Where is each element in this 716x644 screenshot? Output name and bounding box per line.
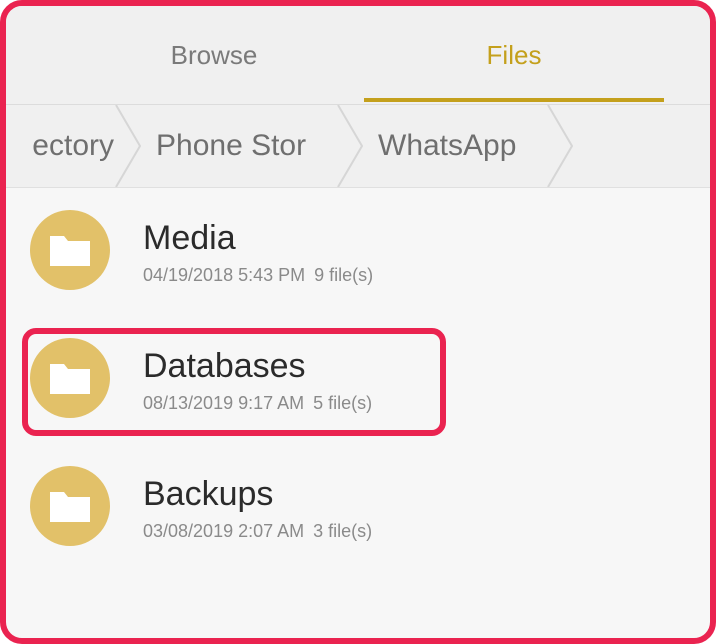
folder-icon	[30, 466, 110, 546]
tab-files[interactable]: Files	[364, 6, 664, 104]
breadcrumb: ectory Phone Stor WhatsApp	[6, 105, 710, 188]
list-item[interactable]: Backups 03/08/2019 2:07 AM 3 file(s)	[6, 444, 710, 572]
tab-browse[interactable]: Browse	[64, 6, 364, 104]
folder-name: Media	[143, 219, 236, 257]
folder-name: Backups	[143, 475, 274, 513]
folder-icon	[30, 338, 110, 418]
list-item[interactable]: Media 04/19/2018 5:43 PM 9 file(s)	[6, 188, 710, 316]
folder-meta: 03/08/2019 2:07 AM 3 file(s)	[143, 521, 372, 542]
chevron-right-icon	[546, 105, 574, 187]
chevron-right-icon	[336, 105, 364, 187]
folder-count: 3 file(s)	[313, 521, 373, 541]
folder-count: 9 file(s)	[314, 265, 374, 285]
folder-date: 03/08/2019 2:07 AM	[143, 521, 305, 541]
folder-icon	[30, 210, 110, 290]
chevron-right-icon	[114, 105, 142, 187]
tab-bar: Browse Files	[6, 6, 710, 105]
folder-name: Databases	[143, 347, 306, 385]
breadcrumb-item-directory[interactable]: ectory	[6, 105, 114, 187]
app-window: Browse Files ectory Phone Stor WhatsApp …	[0, 0, 716, 644]
folder-date: 04/19/2018 5:43 PM	[143, 265, 306, 285]
breadcrumb-item-phone-storage[interactable]: Phone Stor	[156, 105, 336, 187]
folder-meta: 08/13/2019 9:17 AM 5 file(s)	[143, 393, 372, 414]
breadcrumb-item-whatsapp[interactable]: WhatsApp	[378, 105, 548, 187]
active-tab-indicator	[364, 98, 664, 102]
folder-count: 5 file(s)	[313, 393, 373, 413]
list-item[interactable]: Databases 08/13/2019 9:17 AM 5 file(s)	[6, 316, 710, 444]
folder-meta: 04/19/2018 5:43 PM 9 file(s)	[143, 265, 373, 286]
folder-date: 08/13/2019 9:17 AM	[143, 393, 305, 413]
